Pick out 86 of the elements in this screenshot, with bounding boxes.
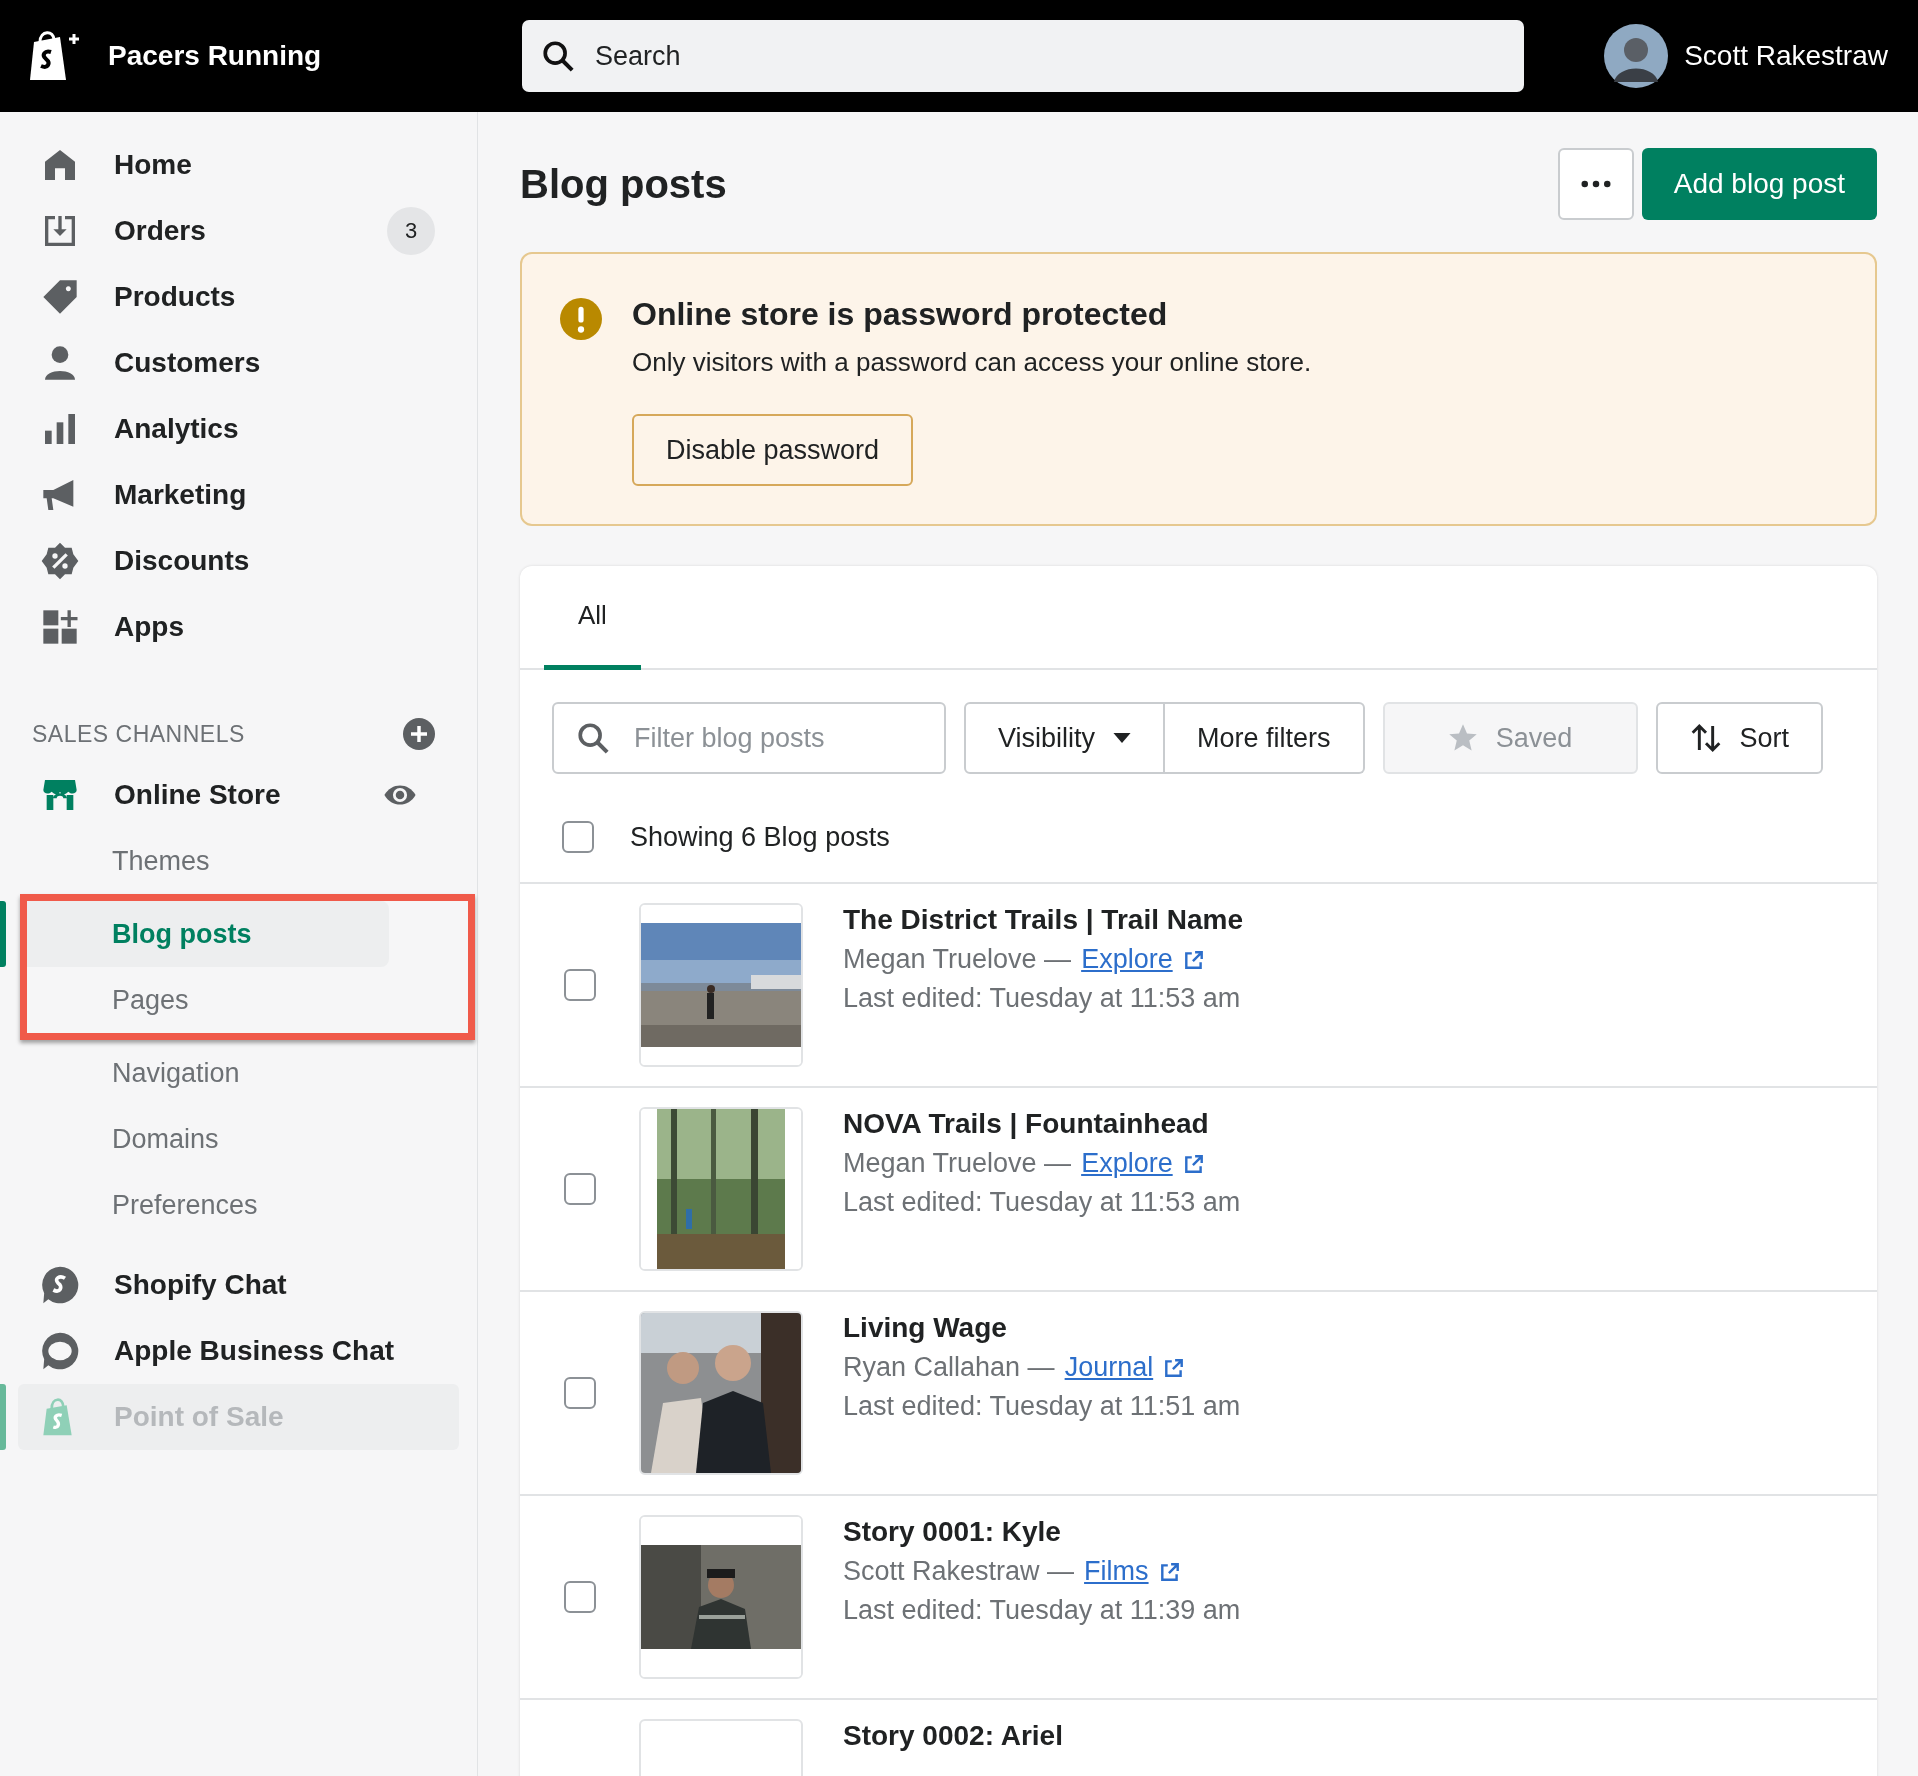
ellipsis-icon	[1580, 180, 1611, 188]
result-count: Showing 6 Blog posts	[630, 821, 890, 853]
user-name: Scott Rakestraw	[1684, 40, 1888, 72]
sort-button[interactable]: Sort	[1655, 702, 1824, 774]
row-checkbox[interactable]	[564, 969, 596, 1001]
nav-item[interactable]: Products	[0, 264, 459, 330]
nav-item[interactable]: Apps	[0, 594, 459, 660]
banner-text: Only visitors with a password can access your online store.	[632, 347, 1312, 378]
nav-label: Point of Sale	[114, 1401, 284, 1433]
external-link-icon	[1182, 1152, 1205, 1175]
sidebar-item[interactable]: Domains	[0, 1106, 382, 1172]
selection-indicator	[0, 901, 6, 967]
author-name: Megan Truelove —	[843, 944, 1072, 975]
blog-link[interactable]: Journal	[1064, 1352, 1154, 1383]
last-edited-text: Last edited: Tuesday at 11:51 am	[843, 1391, 1241, 1422]
sort-icon	[1689, 722, 1722, 754]
sidebar-item[interactable]: Navigation	[0, 1040, 382, 1106]
row-checkbox[interactable]	[564, 1173, 596, 1205]
author-name: Ryan Callahan —	[843, 1352, 1055, 1383]
sidebar-item[interactable]: Preferences	[0, 1172, 382, 1238]
nav-label: Products	[114, 281, 236, 313]
blog-link[interactable]: Films	[1084, 1556, 1149, 1587]
nav-label: Orders	[114, 215, 206, 247]
chat-icon	[40, 1331, 80, 1371]
nav-item[interactable]: Marketing	[0, 462, 459, 528]
sidebar-item[interactable]: Themes	[0, 828, 382, 894]
nav-item[interactable]: Customers	[0, 330, 459, 396]
nav-item[interactable]: Shopify Chat	[0, 1252, 459, 1318]
search-field[interactable]: Search	[522, 20, 1524, 92]
blog-link[interactable]: Explore	[1081, 944, 1173, 975]
author-name: Scott Rakestraw —	[843, 1556, 1075, 1587]
external-link-icon	[1158, 1560, 1181, 1583]
external-link-icon	[1163, 1356, 1186, 1379]
nav-label: Shopify Chat	[114, 1269, 287, 1301]
nav-label: Apps	[114, 611, 184, 643]
caret-icon	[1113, 733, 1132, 743]
chat-icon	[40, 1265, 80, 1305]
nav-item[interactable]: Discounts	[0, 528, 459, 594]
post-title[interactable]: Living Wage	[843, 1312, 1241, 1344]
disable-password-button[interactable]: Disable password	[632, 414, 914, 486]
select-all-checkbox[interactable]	[562, 821, 594, 853]
nav-item[interactable]: Online Store	[0, 762, 459, 828]
avatar[interactable]	[1604, 24, 1669, 88]
search-icon	[576, 721, 610, 755]
tab[interactable]: All	[544, 566, 641, 670]
row-checkbox[interactable]	[564, 1377, 596, 1409]
post-title[interactable]: Story 0002: Ariel	[843, 1720, 1063, 1752]
selection-indicator	[0, 1384, 6, 1450]
row-checkbox[interactable]	[564, 1581, 596, 1613]
post-title[interactable]: Story 0001: Kyle	[843, 1516, 1241, 1548]
nav-item[interactable]: Home	[0, 132, 459, 198]
nav-label: Discounts	[114, 545, 250, 577]
post-title[interactable]: The District Trails | Trail Name	[843, 904, 1243, 936]
author-name: Megan Truelove —	[843, 1148, 1072, 1179]
filter-field[interactable]: Filter blog posts	[552, 702, 946, 774]
nav-item[interactable]: Orders 3	[0, 198, 459, 264]
banner-title: Online store is password protected	[632, 296, 1168, 333]
page-title: Blog posts	[520, 161, 727, 207]
nav-label: Customers	[114, 347, 261, 379]
last-edited-text: Last edited: Tuesday at 11:53 am	[843, 1187, 1241, 1218]
discount-icon	[40, 541, 80, 581]
apps-icon	[40, 607, 80, 647]
more-actions-button[interactable]	[1557, 148, 1634, 220]
count-badge: 3	[387, 207, 435, 255]
warning-icon	[560, 298, 602, 340]
nav-label: Home	[114, 149, 192, 181]
search-icon	[541, 39, 575, 73]
nav-label: Marketing	[114, 479, 247, 511]
add-blog-post-button[interactable]: Add blog post	[1641, 148, 1877, 220]
last-edited-text: Last edited: Tuesday at 11:39 am	[843, 1595, 1241, 1626]
blog-link[interactable]: Explore	[1081, 1148, 1173, 1179]
add-icon[interactable]	[403, 718, 435, 750]
section-title: SALES CHANNELS	[32, 720, 245, 748]
store-name: Pacers Running	[108, 40, 322, 72]
last-edited-text: Last edited: Tuesday at 11:53 am	[843, 983, 1242, 1014]
star-icon	[1447, 723, 1478, 753]
post-title[interactable]: NOVA Trails | Fountainhead	[843, 1108, 1241, 1140]
external-link-icon	[1182, 948, 1205, 971]
nav-item[interactable]: Apple Business Chat	[0, 1318, 459, 1384]
nav-label: Apple Business Chat	[114, 1335, 395, 1367]
sidebar-item[interactable]: Pages	[27, 967, 389, 1033]
nav-label: Online Store	[114, 779, 281, 811]
nav-label: Analytics	[114, 413, 239, 445]
visibility-button[interactable]: Visibility	[964, 702, 1166, 774]
more-filters-button[interactable]: More filters	[1165, 702, 1365, 774]
nav-item[interactable]: Analytics	[0, 396, 459, 462]
